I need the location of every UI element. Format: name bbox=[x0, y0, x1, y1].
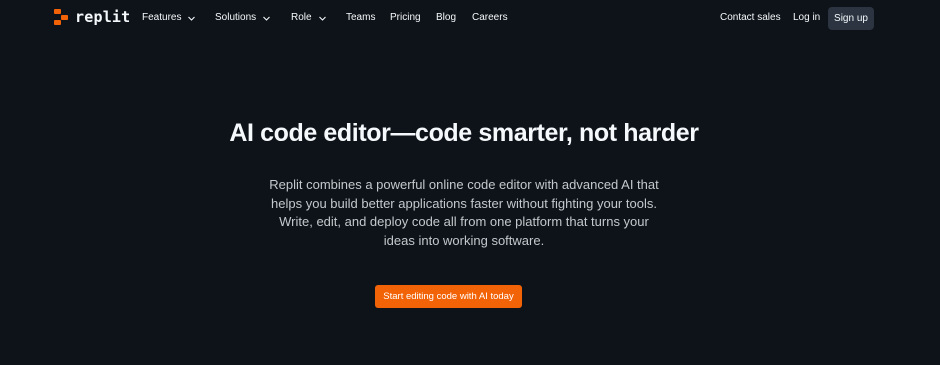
chevron-down-icon bbox=[318, 14, 327, 23]
nav-item-teams[interactable]: Teams bbox=[346, 11, 375, 25]
replit-logo-icon bbox=[54, 9, 68, 25]
chevron-down-icon bbox=[187, 14, 196, 23]
top-navigation: replit Features Solutions Role Teams Pri… bbox=[0, 0, 940, 36]
nav-item-label: Blog bbox=[436, 12, 457, 23]
hero-subtitle-line: helps you build better applications fast… bbox=[271, 195, 657, 211]
brand-name: replit bbox=[75, 8, 131, 26]
nav-item-blog[interactable]: Blog bbox=[436, 11, 456, 25]
nav-item-label: Features bbox=[142, 12, 182, 23]
hero-title: AI code editor—code smarter, not harder bbox=[229, 119, 699, 147]
nav-item-label: Solutions bbox=[215, 12, 257, 23]
replit-logo[interactable]: replit bbox=[54, 9, 130, 25]
nav-item-careers[interactable]: Careers bbox=[472, 11, 508, 25]
hero-subtitle: Replit combines a powerful online code e… bbox=[262, 176, 666, 250]
nav-item-label: Careers bbox=[472, 12, 508, 23]
log-in-link[interactable]: Log in bbox=[793, 11, 820, 25]
nav-item-label: Teams bbox=[346, 12, 376, 23]
start-editing-cta-button[interactable]: Start editing code with AI today bbox=[375, 285, 522, 308]
nav-item-solutions[interactable]: Solutions bbox=[215, 11, 271, 25]
contact-sales-link[interactable]: Contact sales bbox=[720, 11, 781, 25]
nav-item-pricing[interactable]: Pricing bbox=[390, 11, 421, 25]
hero-subtitle-line: Write, edit, and deploy code all from on… bbox=[279, 214, 649, 229]
sign-up-button[interactable]: Sign up bbox=[828, 7, 874, 30]
nav-item-role[interactable]: Role bbox=[291, 11, 327, 25]
hero-subtitle-line: Replit combines a powerful online code e… bbox=[269, 177, 659, 192]
nav-item-label: Role bbox=[291, 12, 312, 23]
chevron-down-icon bbox=[262, 14, 271, 23]
nav-item-features[interactable]: Features bbox=[142, 11, 196, 25]
nav-item-label: Pricing bbox=[390, 12, 421, 23]
hero-subtitle-line: ideas into working software. bbox=[383, 232, 545, 248]
page: replit Features Solutions Role Teams Pri… bbox=[0, 0, 940, 365]
